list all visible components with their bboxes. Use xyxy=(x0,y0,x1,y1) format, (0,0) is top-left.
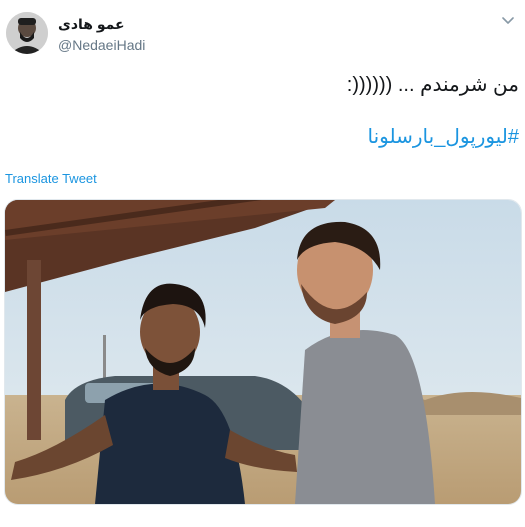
chevron-down-icon[interactable] xyxy=(501,14,515,28)
hashtag-link[interactable]: #لیورپول_بارسلونا xyxy=(368,124,519,149)
translate-tweet-link[interactable]: Translate Tweet xyxy=(5,171,97,186)
avatar[interactable] xyxy=(6,12,48,54)
display-name[interactable]: عمو هادی xyxy=(58,16,125,33)
tweet-text: من شرمندم ... ((((((: xyxy=(346,74,519,96)
tweet-card: عمو هادی @NedaeiHadi من شرمندم ... (((((… xyxy=(0,0,525,527)
tweet-photo[interactable] xyxy=(4,199,522,505)
user-handle[interactable]: @NedaeiHadi xyxy=(58,37,145,53)
